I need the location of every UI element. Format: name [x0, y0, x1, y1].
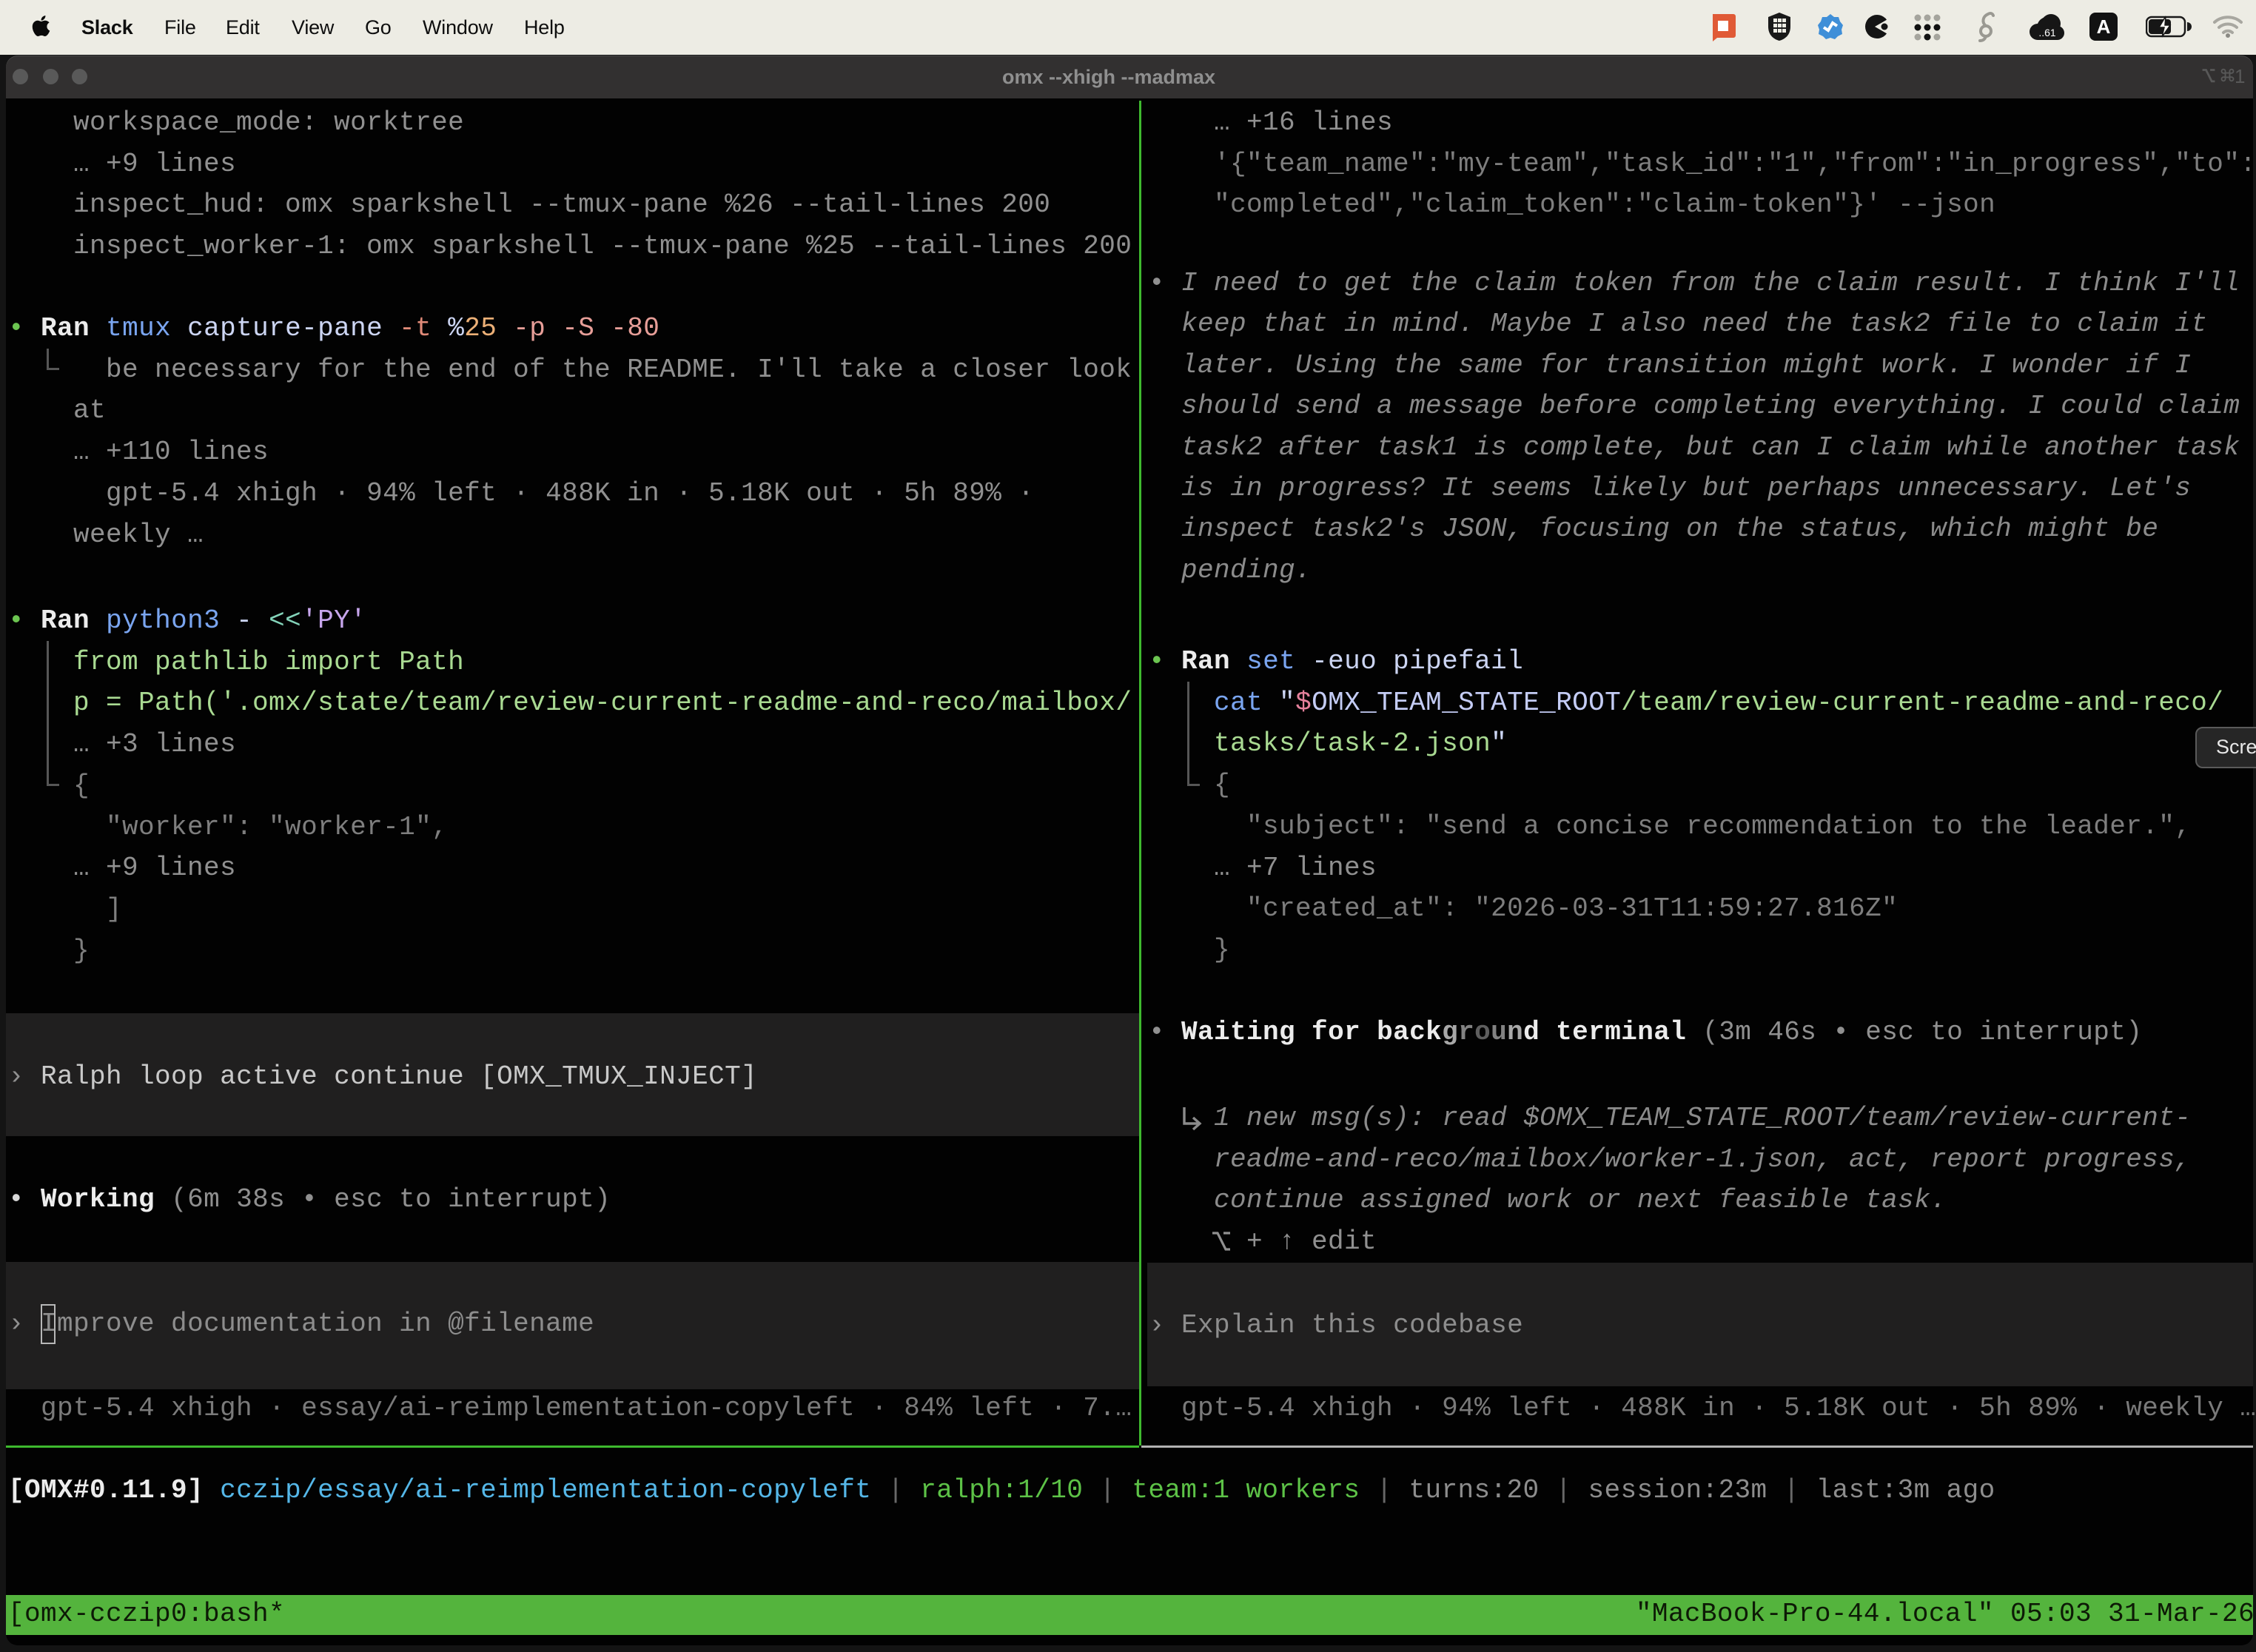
svg-text:A: A [2097, 16, 2111, 38]
svg-text:..61: ..61 [2038, 27, 2056, 38]
